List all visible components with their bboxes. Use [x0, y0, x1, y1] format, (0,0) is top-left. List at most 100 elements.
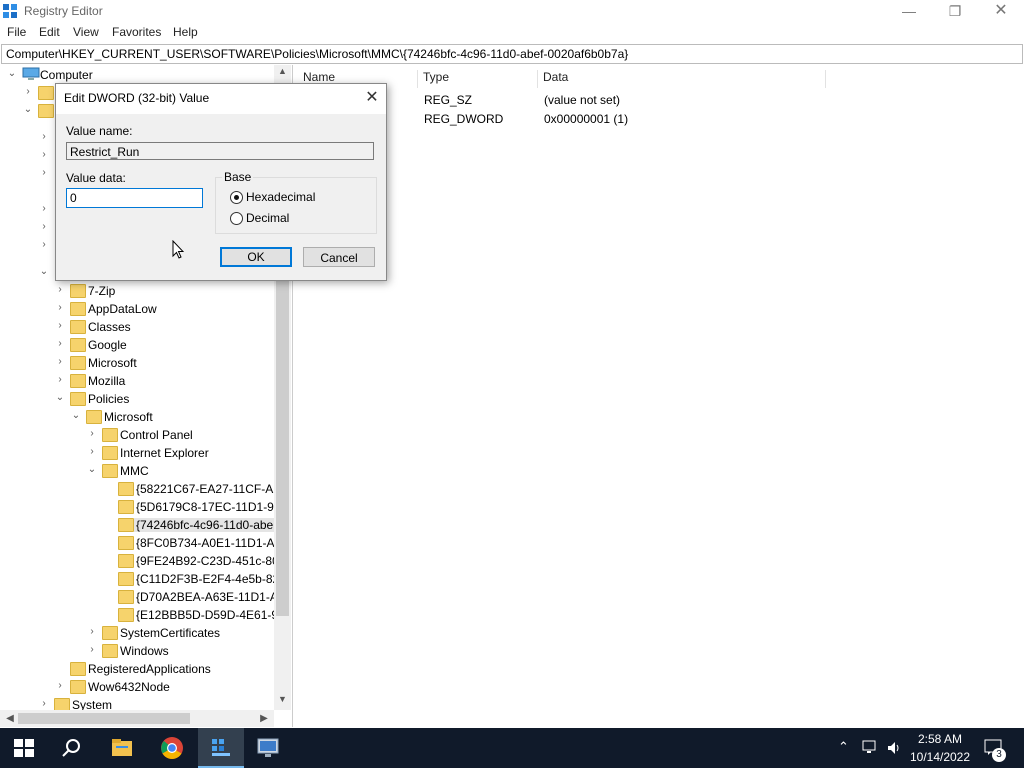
value-type[interactable]: REG_SZ [424, 93, 472, 107]
chevron-down-icon[interactable]: ⌄ [54, 391, 66, 405]
window-title: Registry Editor [24, 4, 103, 18]
tree-item-label: MMC [120, 464, 149, 478]
hexadecimal-label[interactable]: Hexadecimal [246, 190, 315, 204]
chevron-right-icon[interactable]: › [54, 283, 66, 297]
chevron-right-icon[interactable]: › [38, 130, 50, 144]
minimize-button[interactable]: — [886, 0, 932, 22]
tree-item-label: Control Panel [120, 428, 193, 442]
chevron-right-icon[interactable]: › [54, 301, 66, 315]
chevron-down-icon[interactable]: ⌄ [22, 103, 34, 117]
tree-item-label: Mozilla [88, 374, 126, 388]
chevron-right-icon[interactable]: › [86, 643, 98, 657]
chevron-right-icon[interactable]: › [54, 319, 66, 333]
chevron-right-icon[interactable]: › [86, 445, 98, 459]
column-header-data[interactable]: Data [537, 70, 826, 88]
values-list: Name Type Data REG_SZ (value not set) RE… [297, 65, 1024, 727]
chevron-down-icon[interactable]: ⌄ [38, 265, 50, 279]
chevron-right-icon[interactable]: › [54, 679, 66, 693]
value-data-label: Value data: [66, 171, 126, 185]
value-data-field[interactable]: 0 [66, 188, 203, 208]
file-explorer-icon[interactable] [110, 736, 134, 760]
dialog-close-button[interactable]: ✕ [360, 86, 384, 110]
scroll-down-icon[interactable]: ▼ [274, 694, 291, 710]
chevron-right-icon[interactable]: › [38, 238, 50, 252]
value-type[interactable]: REG_DWORD [424, 112, 503, 126]
menu-view[interactable]: View [73, 25, 99, 39]
tree-item-label: Microsoft [88, 356, 137, 370]
volume-icon[interactable] [886, 740, 902, 756]
tree-item-label: {5D6179C8-17EC-11D1-9A [136, 500, 282, 514]
dialog-body: Value name: Restrict_Run Value data: 0 B… [56, 114, 386, 280]
decimal-radio[interactable] [230, 212, 243, 225]
network-icon[interactable] [862, 740, 880, 756]
tree-horizontal-scroll-thumb[interactable] [18, 713, 190, 724]
remote-desktop-icon[interactable] [256, 736, 280, 760]
menu-file[interactable]: File [7, 25, 26, 39]
folder-icon [102, 428, 118, 442]
tree-item-label: {C11D2F3B-E2F4-4e5b-824 [136, 572, 286, 586]
chevron-right-icon[interactable]: › [86, 625, 98, 639]
registry-editor-icon[interactable] [209, 736, 233, 760]
tree-vertical-scroll-thumb[interactable] [276, 276, 289, 616]
tree-item-label: {74246bfc-4c96-11d0-abe [134, 518, 276, 532]
tree-item-label: {E12BBB5D-D59D-4E61-94 [136, 608, 285, 622]
search-icon[interactable] [60, 736, 84, 760]
scroll-up-icon[interactable]: ▲ [274, 66, 291, 82]
chevron-down-icon[interactable]: ⌄ [70, 409, 82, 423]
folder-icon [118, 554, 134, 568]
folder-icon [118, 536, 134, 550]
clock-date[interactable]: 10/14/2022 [906, 750, 974, 764]
scroll-right-icon[interactable]: ▶ [256, 710, 272, 727]
tree-item-label: AppDataLow [88, 302, 157, 316]
folder-icon [70, 374, 86, 388]
column-header-type[interactable]: Type [417, 70, 538, 88]
windows-start-icon[interactable] [12, 736, 36, 760]
cancel-button[interactable]: Cancel [303, 247, 375, 267]
taskbar: ⌃ 2:58 AM 10/14/2022 3 [0, 728, 1024, 768]
chevron-down-icon[interactable]: ⌄ [86, 463, 98, 477]
value-data[interactable]: 0x00000001 (1) [544, 112, 628, 126]
tree-item-label: Windows [120, 644, 169, 658]
decimal-label[interactable]: Decimal [246, 211, 289, 225]
mouse-cursor-icon [172, 240, 184, 259]
chevron-right-icon[interactable]: › [38, 148, 50, 162]
menu-edit[interactable]: Edit [39, 25, 60, 39]
registry-editor-icon [3, 4, 17, 18]
value-data[interactable]: (value not set) [544, 93, 620, 107]
address-bar[interactable]: Computer\HKEY_CURRENT_USER\SOFTWARE\Poli… [1, 44, 1023, 64]
hexadecimal-radio[interactable] [230, 191, 243, 204]
value-name-field[interactable]: Restrict_Run [66, 142, 374, 160]
chevron-down-icon[interactable]: ⌄ [6, 67, 18, 81]
tree-item-label: Microsoft [104, 410, 153, 424]
chrome-icon[interactable] [160, 736, 184, 760]
scroll-left-icon[interactable]: ◀ [2, 710, 18, 727]
chevron-right-icon[interactable]: › [38, 202, 50, 216]
chevron-right-icon[interactable]: › [54, 337, 66, 351]
clock-time[interactable]: 2:58 AM [912, 732, 968, 746]
tree-item-label: Policies [88, 392, 130, 406]
chevron-right-icon[interactable]: › [22, 85, 34, 99]
chevron-up-icon[interactable]: ⌃ [838, 739, 849, 755]
chevron-right-icon[interactable]: › [38, 697, 50, 711]
chevron-right-icon[interactable]: › [86, 427, 98, 441]
folder-icon [118, 482, 134, 496]
menu-help[interactable]: Help [173, 25, 198, 39]
chevron-right-icon[interactable]: › [38, 220, 50, 234]
chevron-right-icon[interactable]: › [38, 166, 50, 180]
tree-item-label: Computer [40, 68, 93, 82]
computer-icon [22, 67, 40, 80]
value-name-label: Value name: [66, 124, 133, 138]
folder-icon [118, 500, 134, 514]
close-button[interactable]: ✕ [978, 0, 1024, 22]
folder-icon [70, 338, 86, 352]
folder-icon [70, 662, 86, 676]
ok-button[interactable]: OK [220, 247, 292, 267]
menu-bar: File Edit View Favorites Help [0, 22, 1024, 42]
folder-icon [70, 356, 86, 370]
folder-icon [102, 446, 118, 460]
menu-favorites[interactable]: Favorites [112, 25, 161, 39]
chevron-right-icon[interactable]: › [54, 355, 66, 369]
tree-item-label: Internet Explorer [120, 446, 209, 460]
chevron-right-icon[interactable]: › [54, 373, 66, 387]
maximize-button[interactable]: ❐ [932, 0, 978, 22]
